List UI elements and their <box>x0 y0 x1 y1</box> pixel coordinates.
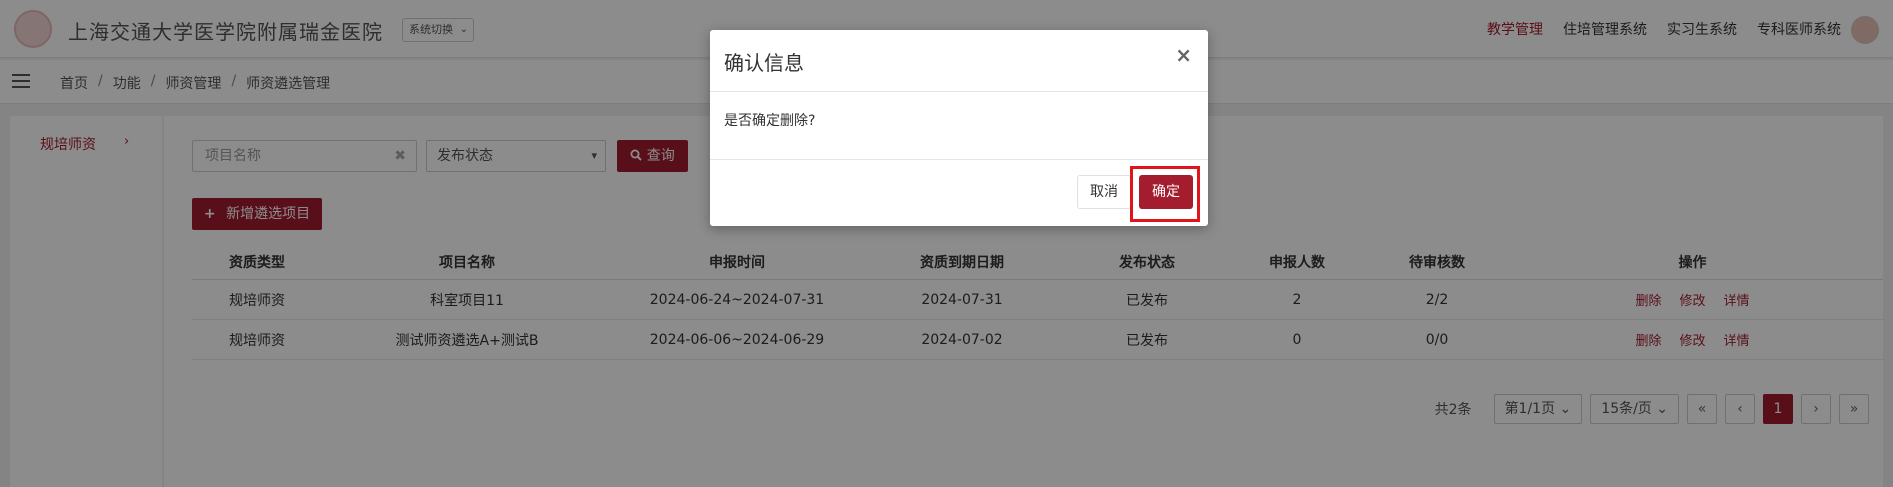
close-icon[interactable]: × <box>1175 45 1192 65</box>
confirm-dialog: 确认信息 × 是否确定删除? 取消 确定 <box>710 30 1208 226</box>
divider <box>710 159 1208 160</box>
dialog-title: 确认信息 <box>724 51 804 75</box>
dialog-message: 是否确定删除? <box>724 113 816 129</box>
divider <box>710 91 1208 92</box>
cancel-button[interactable]: 取消 <box>1077 175 1131 209</box>
confirm-button[interactable]: 确定 <box>1139 175 1193 209</box>
